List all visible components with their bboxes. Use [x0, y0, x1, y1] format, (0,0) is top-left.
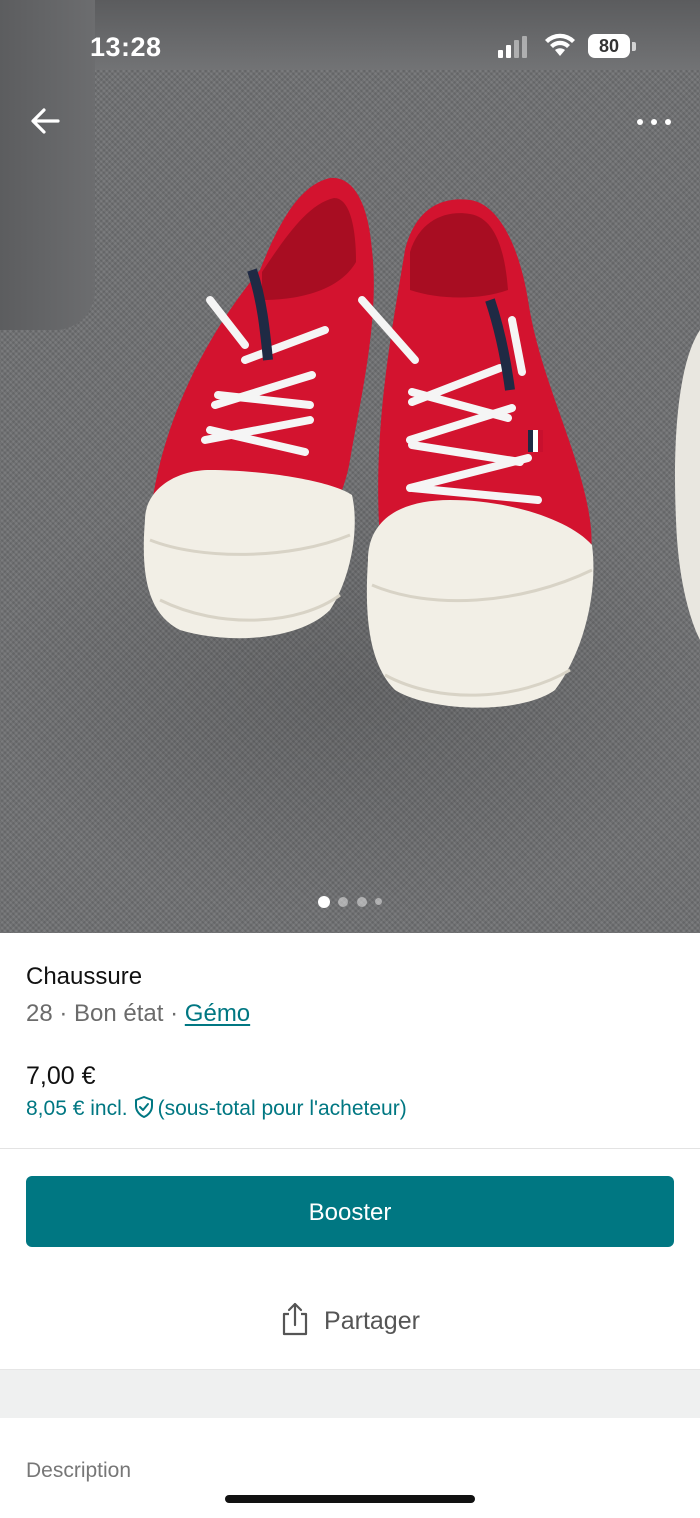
brand-link[interactable]: Gémo: [185, 1000, 250, 1027]
product-photo[interactable]: 13:28 80: [0, 0, 700, 933]
pager-dot[interactable]: [338, 896, 349, 907]
divider: [0, 1148, 700, 1149]
photo-pager[interactable]: [0, 893, 700, 911]
share-button[interactable]: Partager: [0, 1301, 700, 1345]
battery-level: 80: [598, 36, 620, 56]
pager-dot[interactable]: [375, 898, 383, 906]
shoes-illustration: [143, 177, 700, 708]
item-price: 7,00 €: [26, 1062, 96, 1090]
signal-icon: [498, 36, 527, 58]
meta-separator: ·: [59, 1000, 68, 1027]
back-arrow-icon[interactable]: [28, 104, 62, 138]
battery-icon: 80: [588, 34, 630, 58]
item-title: Chaussure: [26, 963, 143, 990]
share-icon: [282, 1302, 308, 1336]
more-icon[interactable]: [632, 110, 676, 134]
buyer-price-link[interactable]: 8,05 € incl. (sous-total pour l'acheteur…: [26, 1095, 407, 1121]
shield-check-icon: [134, 1096, 153, 1118]
status-bar: 13:28 80: [0, 24, 700, 70]
pager-dot[interactable]: [356, 896, 367, 907]
item-meta: 28 · Bon état · Gémo: [26, 1000, 250, 1028]
description-label: Description: [26, 1459, 132, 1482]
item-size: 28: [26, 1000, 53, 1027]
booster-button[interactable]: Booster: [26, 1176, 674, 1247]
pager-dot[interactable]: [317, 895, 330, 908]
section-spacer: [0, 1369, 700, 1418]
meta-separator: ·: [170, 1000, 179, 1027]
battery-tip: [632, 42, 636, 51]
status-time: 13:28: [90, 32, 162, 62]
home-indicator[interactable]: [225, 1495, 475, 1503]
price-incl: 8,05 € incl.: [26, 1097, 128, 1120]
share-label: Partager: [324, 1307, 420, 1335]
item-condition: Bon état: [74, 1000, 164, 1027]
buyer-note: (sous-total pour l'acheteur): [157, 1097, 407, 1120]
wifi-icon: [545, 33, 575, 56]
